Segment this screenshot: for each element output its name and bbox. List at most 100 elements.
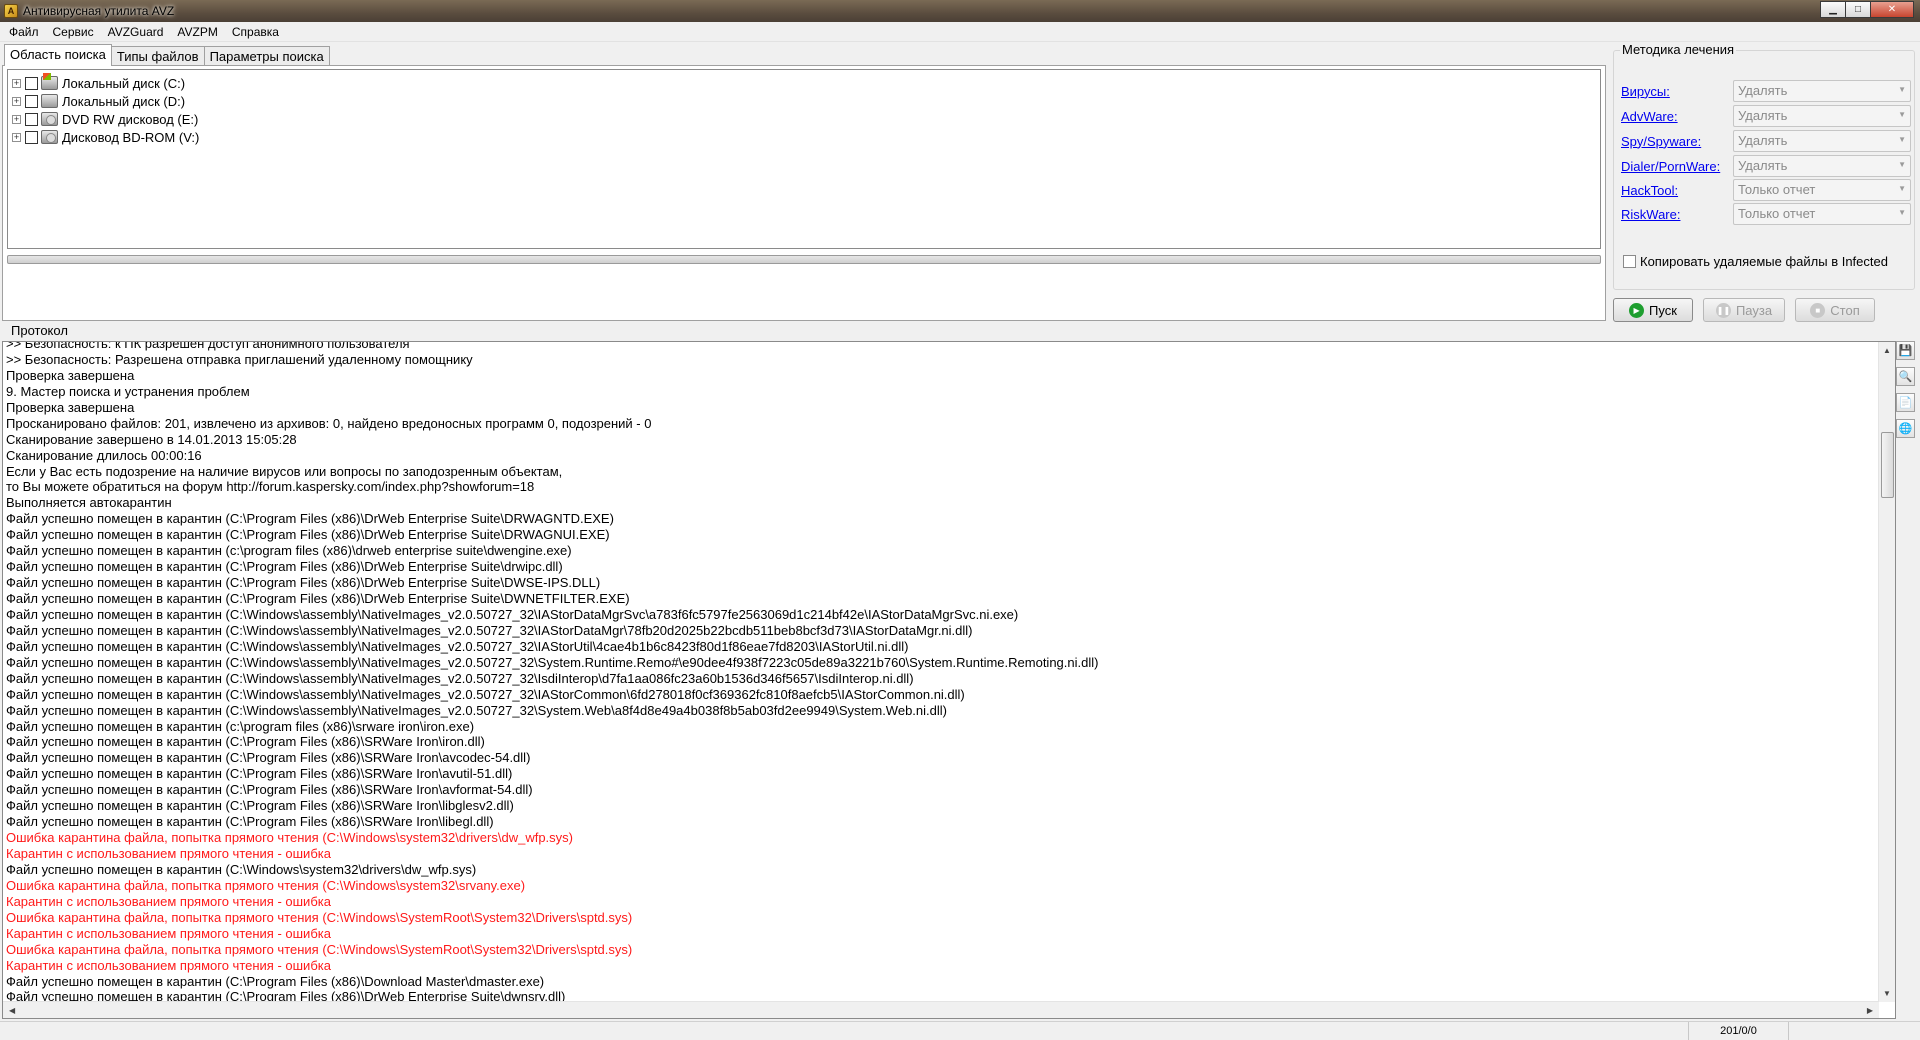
scroll-up-icon[interactable]: ▲ xyxy=(1879,342,1895,359)
tree-item-drive-d[interactable]: + Локальный диск (D:) xyxy=(8,92,1600,110)
log-line: Файл успешно помещен в карантин (C:\Prog… xyxy=(6,973,545,989)
menu-service[interactable]: Сервис xyxy=(46,22,101,42)
save-log-icon[interactable]: 💾 xyxy=(1896,341,1915,360)
tab-search-area[interactable]: Область поиска xyxy=(4,44,112,66)
threat-row-hacktool: HackTool: Только отчет xyxy=(1621,179,1911,201)
pause-button-label: Пауза xyxy=(1735,302,1773,318)
maximize-button[interactable]: □ xyxy=(1845,1,1871,18)
log-line: Файл успешно помещен в карантин (C:\Wind… xyxy=(6,686,965,702)
threat-link-dialer[interactable]: Dialer/PornWare: xyxy=(1621,159,1733,174)
hard-drive-icon xyxy=(41,94,58,108)
log-line: Файл успешно помещен в карантин (C:\Prog… xyxy=(6,814,494,830)
expand-icon[interactable]: + xyxy=(12,114,21,124)
log-line: Файл успешно помещен в карантин (C:\Prog… xyxy=(6,511,614,527)
threat-action-select[interactable]: Удалять xyxy=(1733,80,1911,102)
log-line-error: Карантин с использованием прямого чтения… xyxy=(6,925,331,941)
tab-file-types[interactable]: Типы файлов xyxy=(110,46,205,66)
log-line-error: Ошибка карантина файла, попытка прямого … xyxy=(6,877,526,893)
tab-search-params[interactable]: Параметры поиска xyxy=(203,46,330,66)
threat-row-adware: AdvWare: Удалять xyxy=(1621,105,1911,127)
log-line: Файл успешно помещен в карантин (C:\Wind… xyxy=(6,861,477,877)
play-icon: ▶ xyxy=(1629,302,1645,318)
horizontal-scrollbar[interactable]: ◀ ▶ xyxy=(3,1001,1879,1018)
expand-icon[interactable]: + xyxy=(12,78,21,88)
threat-link-riskware[interactable]: RiskWare: xyxy=(1621,207,1733,222)
minimize-button[interactable]: ▁ xyxy=(1820,1,1846,18)
status-counter: 201/0/0 xyxy=(1688,1022,1788,1040)
copy-deleted-label: Копировать удаляемые файлы в Infected xyxy=(1640,254,1888,269)
log-line: Файл успешно помещен в карантин (C:\Prog… xyxy=(6,782,533,798)
treatment-group-title: Методика лечения xyxy=(1620,42,1737,57)
menu-avzguard[interactable]: AVZGuard xyxy=(101,22,171,42)
log-line: Файл успешно помещен в карантин (c:\prog… xyxy=(6,543,572,559)
menu-help[interactable]: Справка xyxy=(225,22,286,42)
scroll-left-icon[interactable]: ◀ xyxy=(9,1006,15,1015)
status-empty-cell xyxy=(1788,1022,1920,1040)
log-line: Файл успешно помещен в карантин (C:\Wind… xyxy=(6,702,947,718)
quarantine-icon[interactable]: 🌐 xyxy=(1896,419,1915,438)
log-line-error: Ошибка карантина файла, попытка прямого … xyxy=(6,941,633,957)
log-line-error: Карантин с использованием прямого чтения… xyxy=(6,893,331,909)
threat-action-select[interactable]: Удалять xyxy=(1733,130,1911,152)
log-line: Проверка завершена xyxy=(6,367,135,383)
threat-action-select[interactable]: Удалять xyxy=(1733,155,1911,177)
scroll-right-icon[interactable]: ▶ xyxy=(1867,1006,1873,1015)
scroll-down-icon[interactable]: ▼ xyxy=(1879,985,1895,1002)
log-line: Если у Вас есть подозрение на наличие ви… xyxy=(6,463,563,479)
drive-checkbox[interactable] xyxy=(25,130,38,144)
copy-deleted-option[interactable]: Копировать удаляемые файлы в Infected xyxy=(1623,254,1888,269)
expand-icon[interactable]: + xyxy=(12,132,21,142)
stop-button[interactable]: ■ Стоп xyxy=(1795,298,1875,322)
start-button[interactable]: ▶ Пуск xyxy=(1613,298,1693,322)
scan-progress-bar xyxy=(7,255,1601,264)
log-line: Файл успешно помещен в карантин (C:\Prog… xyxy=(6,527,610,543)
log-line: Файл успешно помещен в карантин (C:\Wind… xyxy=(6,638,909,654)
threat-action-select[interactable]: Только отчет xyxy=(1733,203,1911,225)
drive-checkbox[interactable] xyxy=(25,94,38,108)
drive-checkbox[interactable] xyxy=(25,76,38,90)
log-line: Файл успешно помещен в карантин (C:\Prog… xyxy=(6,750,531,766)
log-line: Файл успешно помещен в карантин (c:\prog… xyxy=(6,718,475,734)
log-line: Файл успешно помещен в карантин (C:\Prog… xyxy=(6,798,514,814)
clear-log-icon[interactable]: 📄 xyxy=(1896,393,1915,412)
treatment-method-panel: Методика лечения Вирусы: Удалять AdvWare… xyxy=(1612,42,1916,324)
find-in-log-icon[interactable]: 🔍 xyxy=(1896,367,1915,386)
drive-label: Дисковод BD-ROM (V:) xyxy=(62,129,200,145)
log-line: Файл успешно помещен в карантин (C:\Wind… xyxy=(6,622,973,638)
log-line: Сканирование длилось 00:00:16 xyxy=(6,447,202,463)
vertical-scrollbar[interactable]: ▲ ▼ xyxy=(1878,342,1895,1002)
expand-icon[interactable]: + xyxy=(12,96,21,106)
pause-button[interactable]: ❚❚ Пауза xyxy=(1703,298,1785,322)
log-line: Проверка завершена xyxy=(6,399,135,415)
stop-button-label: Стоп xyxy=(1830,302,1860,318)
search-area-panel: + Локальный диск (C:) + Локальный диск (… xyxy=(2,65,1606,321)
threat-link-spyware[interactable]: Spy/Spyware: xyxy=(1621,134,1733,149)
threat-link-hacktool[interactable]: HackTool: xyxy=(1621,183,1733,198)
log-line: >> Безопасность: к ПК разрешен доступ ан… xyxy=(6,341,410,351)
log-line: Файл успешно помещен в карантин (C:\Prog… xyxy=(6,559,563,575)
protocol-log[interactable]: >> Безопасность: к ПК разрешен доступ ан… xyxy=(2,341,1896,1019)
close-button[interactable]: ✕ xyxy=(1870,1,1914,18)
threat-link-adware[interactable]: AdvWare: xyxy=(1621,109,1733,124)
threat-link-viruses[interactable]: Вирусы: xyxy=(1621,84,1733,99)
menu-file[interactable]: Файл xyxy=(2,22,46,42)
log-line-error: Карантин с использованием прямого чтения… xyxy=(6,846,331,861)
tree-item-drive-e[interactable]: + DVD RW дисковод (E:) xyxy=(8,110,1600,128)
copy-deleted-checkbox[interactable] xyxy=(1623,255,1636,268)
log-line: Файл успешно помещен в карантин (C:\Prog… xyxy=(6,766,513,782)
threat-row-riskware: RiskWare: Только отчет xyxy=(1621,203,1911,225)
log-line: Выполняется автокарантин xyxy=(6,495,172,511)
drive-checkbox[interactable] xyxy=(25,112,38,126)
drive-label: Локальный диск (C:) xyxy=(62,75,186,91)
log-line: Сканирование завершено в 14.01.2013 15:0… xyxy=(6,431,297,447)
menu-avzpm[interactable]: AVZPM xyxy=(170,22,224,42)
tree-item-drive-v[interactable]: + Дисковод BD-ROM (V:) xyxy=(8,128,1600,146)
threat-action-select[interactable]: Удалять xyxy=(1733,105,1911,127)
threat-action-select[interactable]: Только отчет xyxy=(1733,179,1911,201)
tree-item-drive-c[interactable]: + Локальный диск (C:) xyxy=(8,73,1600,92)
scroll-thumb[interactable] xyxy=(1881,432,1894,498)
log-line: Просканировано файлов: 201, извлечено из… xyxy=(6,415,652,431)
log-line-error: Карантин с использованием прямого чтения… xyxy=(6,957,331,973)
log-line: Файл успешно помещен в карантин (C:\Wind… xyxy=(6,654,1099,670)
start-button-label: Пуск xyxy=(1649,302,1677,318)
